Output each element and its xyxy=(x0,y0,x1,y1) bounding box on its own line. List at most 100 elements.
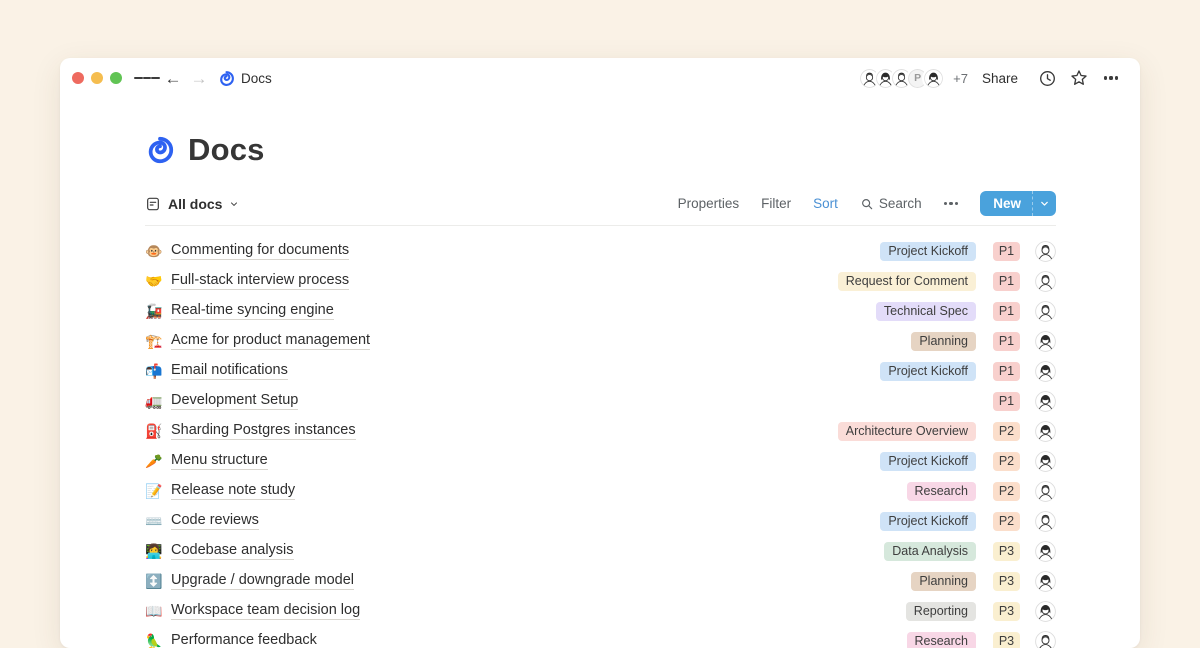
forward-arrow-icon[interactable]: → xyxy=(186,65,212,91)
priority-badge[interactable]: P1 xyxy=(993,332,1020,351)
share-button[interactable]: Share xyxy=(982,71,1018,86)
new-doc-button[interactable]: New xyxy=(980,191,1056,216)
priority-badge[interactable]: P1 xyxy=(993,302,1020,321)
doc-row[interactable]: 🚂 Real-time syncing engine Technical Spe… xyxy=(145,296,1056,326)
doc-title-link[interactable]: Upgrade / downgrade model xyxy=(171,572,354,590)
assignee-avatar[interactable] xyxy=(1035,571,1056,592)
chevron-down-icon xyxy=(229,199,239,209)
view-selector-dropdown[interactable]: All docs xyxy=(145,196,239,212)
doc-title-link[interactable]: Real-time syncing engine xyxy=(171,302,334,320)
priority-badge[interactable]: P3 xyxy=(993,542,1020,561)
star-favorite-icon[interactable] xyxy=(1066,65,1092,91)
doc-type-tag[interactable]: Reporting xyxy=(906,602,976,621)
minimize-window-button[interactable] xyxy=(91,72,103,84)
doc-title-link[interactable]: Code reviews xyxy=(171,512,259,530)
properties-button[interactable]: Properties xyxy=(678,196,740,211)
docs-page-logo-icon xyxy=(145,135,175,165)
back-arrow-icon[interactable]: ← xyxy=(160,65,186,91)
doc-type-tag[interactable]: Research xyxy=(907,632,977,648)
history-clock-icon[interactable] xyxy=(1034,65,1060,91)
priority-badge[interactable]: P1 xyxy=(993,242,1020,261)
doc-type-tag[interactable]: Project Kickoff xyxy=(880,452,976,471)
priority-badge[interactable]: P1 xyxy=(993,272,1020,291)
sort-button[interactable]: Sort xyxy=(813,196,838,211)
doc-title-link[interactable]: Full-stack interview process xyxy=(171,272,349,290)
more-options-icon[interactable] xyxy=(1098,65,1124,91)
collaborator-avatar[interactable] xyxy=(922,67,945,90)
doc-row[interactable]: 🥕 Menu structure Project Kickoff P2 xyxy=(145,446,1056,476)
doc-title-link[interactable]: Commenting for documents xyxy=(171,242,349,260)
doc-row[interactable]: ⌨️ Code reviews Project Kickoff P2 xyxy=(145,506,1056,536)
doc-row[interactable]: 🏗️ Acme for product management Planning … xyxy=(145,326,1056,356)
new-doc-dropdown[interactable] xyxy=(1032,191,1056,216)
priority-badge[interactable]: P3 xyxy=(993,632,1020,648)
doc-title-link[interactable]: Sharding Postgres instances xyxy=(171,422,356,440)
doc-row[interactable]: 🚛 Development Setup P1 xyxy=(145,386,1056,416)
doc-row[interactable]: 👩‍💻 Codebase analysis Data Analysis P3 xyxy=(145,536,1056,566)
search-button[interactable]: Search xyxy=(860,196,922,211)
doc-type-tag[interactable]: Project Kickoff xyxy=(880,242,976,261)
filter-button[interactable]: Filter xyxy=(761,196,791,211)
doc-emoji-icon: 🦜 xyxy=(145,634,165,648)
doc-row[interactable]: 📖 Workspace team decision log Reporting … xyxy=(145,596,1056,626)
priority-badge[interactable]: P2 xyxy=(993,422,1020,441)
doc-title-link[interactable]: Development Setup xyxy=(171,392,298,410)
traffic-lights xyxy=(72,72,122,84)
doc-title-link[interactable]: Acme for product management xyxy=(171,332,370,350)
page-header: Docs xyxy=(145,132,1056,168)
collaborator-avatars[interactable]: P xyxy=(858,67,945,90)
assignee-avatar[interactable] xyxy=(1035,421,1056,442)
assignee-avatar[interactable] xyxy=(1035,451,1056,472)
doc-type-tag[interactable]: Request for Comment xyxy=(838,272,976,291)
priority-badge[interactable]: P2 xyxy=(993,512,1020,531)
doc-type-tag[interactable]: Project Kickoff xyxy=(880,362,976,381)
priority-badge[interactable]: P3 xyxy=(993,602,1020,621)
doc-type-tag[interactable]: Planning xyxy=(911,572,976,591)
assignee-avatar[interactable] xyxy=(1035,301,1056,322)
priority-badge[interactable]: P1 xyxy=(993,362,1020,381)
assignee-avatar[interactable] xyxy=(1035,331,1056,352)
search-icon xyxy=(860,197,874,211)
priority-badge[interactable]: P3 xyxy=(993,572,1020,591)
maximize-window-button[interactable] xyxy=(110,72,122,84)
doc-title-link[interactable]: Workspace team decision log xyxy=(171,602,360,620)
assignee-avatar[interactable] xyxy=(1035,511,1056,532)
doc-row[interactable]: 📬 Email notifications Project Kickoff P1 xyxy=(145,356,1056,386)
doc-title-link[interactable]: Codebase analysis xyxy=(171,542,294,560)
assignee-avatar[interactable] xyxy=(1035,271,1056,292)
doc-emoji-icon: ↕️ xyxy=(145,574,165,588)
doc-title-link[interactable]: Performance feedback xyxy=(171,632,317,648)
doc-emoji-icon: 📝 xyxy=(145,484,165,498)
doc-title-link[interactable]: Menu structure xyxy=(171,452,268,470)
menu-icon[interactable] xyxy=(134,65,160,91)
doc-row[interactable]: 🦜 Performance feedback Research P3 xyxy=(145,626,1056,648)
priority-badge[interactable]: P2 xyxy=(993,482,1020,501)
doc-title-link[interactable]: Email notifications xyxy=(171,362,288,380)
doc-row[interactable]: ↕️ Upgrade / downgrade model Planning P3 xyxy=(145,566,1056,596)
assignee-avatar[interactable] xyxy=(1035,361,1056,382)
toolbar-more-icon[interactable] xyxy=(944,202,959,205)
doc-title-link[interactable]: Release note study xyxy=(171,482,295,500)
doc-row[interactable]: 📝 Release note study Research P2 xyxy=(145,476,1056,506)
avatar-overflow-count[interactable]: +7 xyxy=(953,71,968,86)
doc-row[interactable]: 🤝 Full-stack interview process Request f… xyxy=(145,266,1056,296)
assignee-avatar[interactable] xyxy=(1035,481,1056,502)
doc-type-tag[interactable]: Technical Spec xyxy=(876,302,976,321)
doc-row[interactable]: ⛽ Sharding Postgres instances Architectu… xyxy=(145,416,1056,446)
doc-type-tag[interactable]: Research xyxy=(907,482,977,501)
assignee-avatar[interactable] xyxy=(1035,391,1056,412)
assignee-avatar[interactable] xyxy=(1035,241,1056,262)
doc-type-tag[interactable]: Planning xyxy=(911,332,976,351)
assignee-avatar[interactable] xyxy=(1035,601,1056,622)
table-controls: All docs Properties Filter Sort Search xyxy=(145,191,1056,216)
doc-type-tag[interactable]: Data Analysis xyxy=(884,542,976,561)
priority-badge[interactable]: P2 xyxy=(993,452,1020,471)
doc-type-tag[interactable]: Project Kickoff xyxy=(880,512,976,531)
assignee-avatar[interactable] xyxy=(1035,631,1056,648)
close-window-button[interactable] xyxy=(72,72,84,84)
doc-type-tag[interactable]: Architecture Overview xyxy=(838,422,976,441)
doc-row[interactable]: 🐵 Commenting for documents Project Kicko… xyxy=(145,236,1056,266)
priority-badge[interactable]: P1 xyxy=(993,392,1020,411)
page-title: Docs xyxy=(188,132,265,168)
assignee-avatar[interactable] xyxy=(1035,541,1056,562)
